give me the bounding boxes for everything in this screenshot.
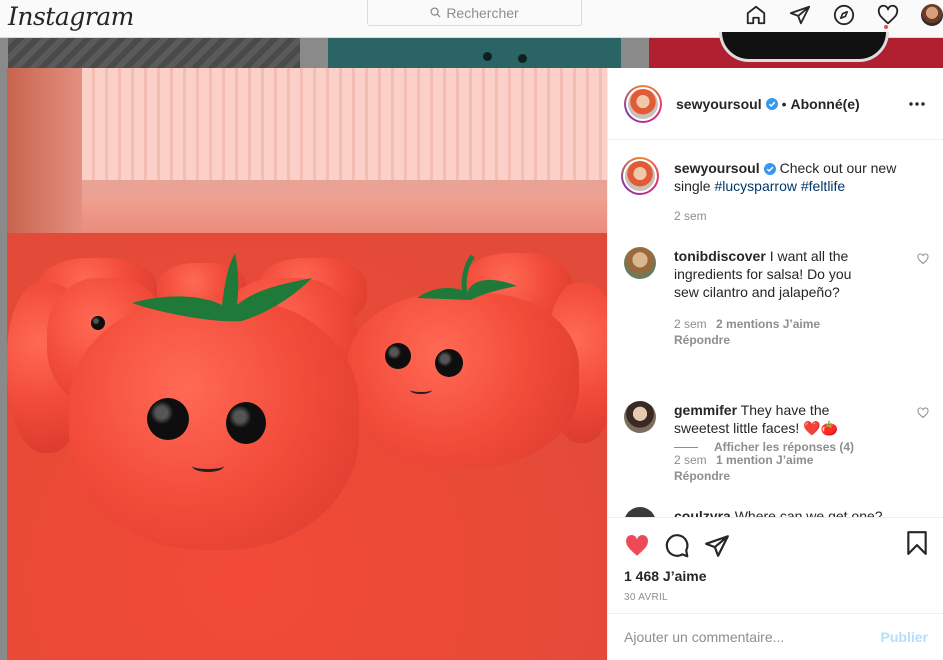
separator: • [781,95,787,112]
tomato-eye [435,349,463,377]
comment-likes[interactable]: 1 mention J’aime [716,453,813,467]
background-post-thumbnail [328,38,621,68]
search-placeholder: Rechercher [446,4,519,21]
post-photo[interactable] [7,68,607,660]
comment-time[interactable]: 2 sem [674,317,707,331]
avatar[interactable] [624,401,656,433]
comment-item: tonibdiscover I want all the ingredients… [624,247,929,347]
tomato-stem [417,254,517,300]
comment-text: coulzyra Where can we get one? [674,507,929,517]
comment-text: gemmifer They have the sweetest little f… [674,401,874,437]
explore-icon[interactable] [833,4,855,26]
post-modal: sewyoursoul • Abonné(e) sewyoursoul Check… [7,68,943,660]
search-icon [430,7,441,18]
search-box[interactable]: Rechercher [367,0,582,26]
comment-time[interactable]: 2 sem [674,453,707,467]
direct-icon[interactable] [789,4,811,26]
reply-button[interactable]: Répondre [674,469,929,483]
comment-body: Where can we get one? [734,508,883,517]
tomato-eye [385,343,411,369]
comment-like-heart-icon[interactable] [917,253,929,265]
avatar[interactable] [621,157,659,195]
caption-time[interactable]: 2 sem [674,209,929,223]
comment-likes[interactable]: 2 mentions J’aime [716,317,820,331]
profile-avatar[interactable] [921,4,943,26]
comment-meta: 2 sem 1 mention J’aime [674,453,929,467]
follow-status-button[interactable]: Abonné(e) [791,96,860,112]
comment-like-heart-icon[interactable] [917,407,929,419]
comment-icon[interactable] [664,533,690,559]
comment-text: tonibdiscover I want all the ingredients… [674,247,874,301]
tomato-eye [91,316,105,330]
reply-button[interactable]: Répondre [674,333,929,347]
tomato-stem [132,253,312,322]
share-icon[interactable] [704,533,730,559]
author-username[interactable]: sewyoursoul [676,96,762,112]
more-options-icon[interactable] [907,94,927,114]
action-buttons-row [624,526,928,566]
photo-radiator-base [82,180,607,198]
caption: sewyoursoul Check out our new single #luc… [621,157,929,223]
instagram-logo[interactable]: Instagram [8,2,134,31]
post-side-panel: sewyoursoul • Abonné(e) sewyoursoul Check… [607,68,943,660]
photo-radiator [82,68,607,180]
avatar[interactable] [624,507,656,517]
home-icon[interactable] [745,4,767,26]
comment-meta: 2 sem 2 mentions J’aime [674,317,929,331]
tomato-smile [410,386,432,394]
like-heart-icon[interactable] [624,533,650,559]
comment-item: coulzyra Where can we get one? [624,507,929,517]
verified-badge-icon [765,97,778,110]
comments-list[interactable]: sewyoursoul Check out our new single #luc… [608,141,943,517]
hashtag-link[interactable]: #lucysparrow [714,178,796,194]
activity-heart-icon[interactable] [877,4,899,26]
post-actions: 1 468 J’aime 30 AVRIL [608,517,943,613]
hashtag-link[interactable]: #feltlife [801,178,845,194]
comment-item: gemmifer They have the sweetest little f… [624,401,929,483]
tomato-eye [226,402,266,444]
avatar [921,4,943,26]
comment-input[interactable] [624,629,881,645]
avatar [628,88,658,119]
likes-count[interactable]: 1 468 J’aime [624,568,928,584]
verified-badge-icon [763,163,776,176]
caption-text: sewyoursoul Check out our new single #luc… [674,159,929,195]
felt-tomato [347,293,579,468]
post-header: sewyoursoul • Abonné(e) [608,68,943,140]
notification-dot [884,25,888,29]
author-avatar-story-ring[interactable] [624,84,662,123]
post-date[interactable]: 30 AVRIL [624,592,928,603]
add-comment-bar: Publier [608,613,943,660]
save-bookmark-icon[interactable] [904,530,930,556]
tomato-smile [192,460,224,472]
comment-username[interactable]: coulzyra [674,508,731,517]
nav-icons [723,0,943,30]
comment-username[interactable]: tonibdiscover [674,248,766,264]
comment-username[interactable]: gemmifer [674,402,737,418]
avatar[interactable] [624,247,656,279]
tomato-eye [147,398,189,440]
caption-username[interactable]: sewyoursoul [674,160,760,176]
background-post-thumbnail [8,38,300,68]
background-post-thumbnail [649,32,943,68]
publish-button[interactable]: Publier [881,629,928,645]
